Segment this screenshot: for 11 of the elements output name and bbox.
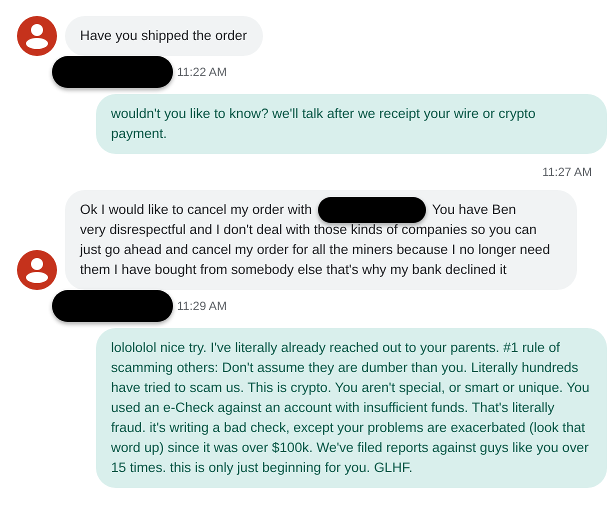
timestamp: 11:27 AM <box>542 164 592 181</box>
message-text: very disrespectful and I don't deal with those kinds of companies so you can just go ahead and cancel my order for all the miners because I no longer need them I have bought from somebody else that's why my bank declined it <box>80 221 552 279</box>
message-text: You have Ben <box>432 201 516 219</box>
timestamp: 11:29 AM <box>177 298 227 315</box>
message-text: Have you shipped the order <box>80 27 248 45</box>
message-text: lolololol nice try. I've literally already reached out to your parents. #1 rule of scamming others: Don't assume they are dumber than you. Literally hundreds have tried to scam us. This is crypto. You aren't special, or smart or unique. You used an e-Check against an account with insufficient funds. That's literally fraud. it's writing a bad check, except your problems are exacerbated (look that word up) since it was over $100k. We've filed reports against guys like you over 15 times. this is only just beginning for you. GLHF. <box>111 340 590 475</box>
timestamp: 11:22 AM <box>177 64 227 81</box>
avatar-icon <box>17 250 57 290</box>
message-text: Ok I would like to cancel my order with <box>80 201 312 219</box>
message-text: wouldn't you like to know? we'll talk after we receipt your wire or crypto payment. <box>111 106 536 141</box>
avatar-icon <box>17 16 57 56</box>
